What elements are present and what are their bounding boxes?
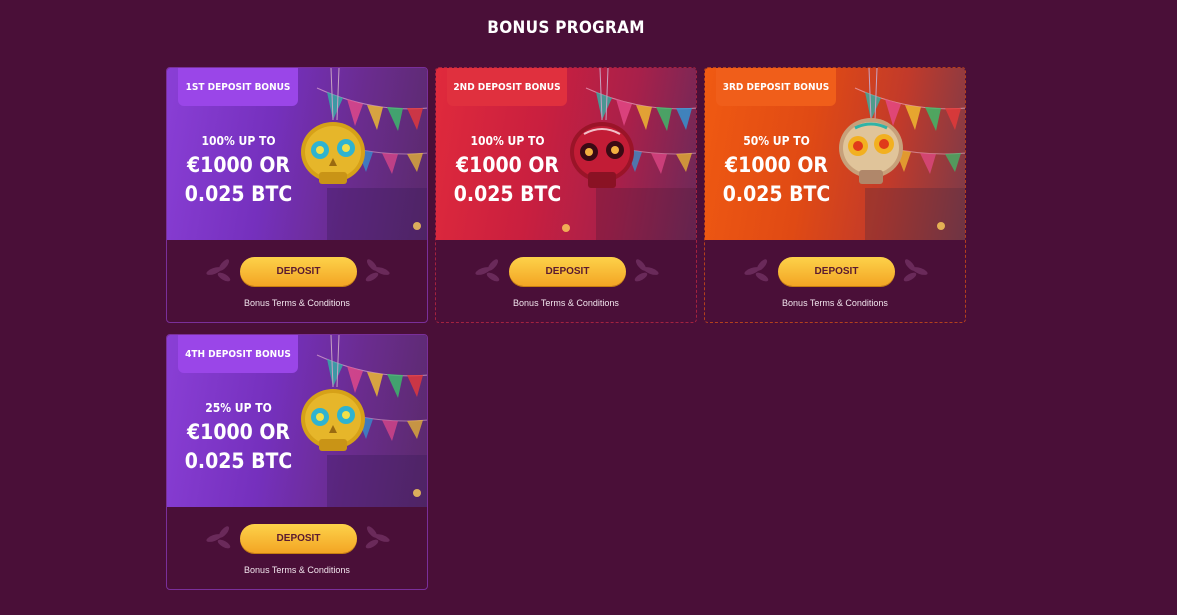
bonus-terms-link[interactable]: Bonus Terms & Conditions bbox=[167, 565, 427, 575]
bonus-banner-1: 1ST DEPOSIT BONUS 100% UP TO €1000 OR 0.… bbox=[167, 68, 427, 240]
bonus-percent: 100% UP TO bbox=[470, 134, 545, 148]
bonus-terms-link[interactable]: Bonus Terms & Conditions bbox=[167, 298, 427, 308]
sugar-skull-icon bbox=[839, 68, 903, 184]
bonus-footer: DEPOSIT Bonus Terms & Conditions bbox=[436, 240, 696, 322]
sugar-skull-icon bbox=[301, 335, 365, 451]
page-title: BONUS PROGRAM bbox=[487, 18, 645, 38]
bonus-card-3: 3RD DEPOSIT BONUS 50% UP TO €1000 OR 0.0… bbox=[704, 67, 966, 323]
bonus-offer: 25% UP TO €1000 OR 0.025 BTC bbox=[181, 401, 296, 476]
bonus-percent: 25% UP TO bbox=[205, 401, 272, 415]
bonus-terms-link[interactable]: Bonus Terms & Conditions bbox=[705, 298, 965, 308]
sugar-skull-icon bbox=[301, 68, 365, 184]
sugar-skull-icon bbox=[570, 68, 634, 188]
bonus-terms-link[interactable]: Bonus Terms & Conditions bbox=[436, 298, 696, 308]
bonus-footer: DEPOSIT Bonus Terms & Conditions bbox=[705, 240, 965, 322]
bonus-card-4: 4TH DEPOSIT BONUS 25% UP TO €1000 OR 0.0… bbox=[166, 334, 428, 590]
bonus-tag: 4TH DEPOSIT BONUS bbox=[178, 335, 298, 373]
bonus-banner-2: 2ND DEPOSIT BONUS 100% UP TO €1000 OR 0.… bbox=[436, 68, 696, 240]
bonus-banner-3: 3RD DEPOSIT BONUS 50% UP TO €1000 OR 0.0… bbox=[705, 68, 965, 240]
bonus-footer: DEPOSIT Bonus Terms & Conditions bbox=[167, 240, 427, 322]
bonus-amount-eur: €1000 OR bbox=[456, 153, 559, 177]
deposit-button[interactable]: DEPOSIT bbox=[240, 524, 357, 553]
bonus-tag: 3RD DEPOSIT BONUS bbox=[716, 68, 836, 106]
bonus-card-1: 1ST DEPOSIT BONUS 100% UP TO €1000 OR 0.… bbox=[166, 67, 428, 323]
bonus-offer: 100% UP TO €1000 OR 0.025 BTC bbox=[450, 134, 565, 209]
bonus-offer: 50% UP TO €1000 OR 0.025 BTC bbox=[719, 134, 834, 209]
bonus-amount-btc: 0.025 BTC bbox=[184, 449, 293, 473]
bonus-percent: 100% UP TO bbox=[201, 134, 276, 148]
bonus-percent: 50% UP TO bbox=[743, 134, 810, 148]
bonus-offer: 100% UP TO €1000 OR 0.025 BTC bbox=[181, 134, 296, 209]
deposit-button[interactable]: DEPOSIT bbox=[778, 257, 895, 286]
bonus-amount-btc: 0.025 BTC bbox=[722, 182, 831, 206]
deposit-button[interactable]: DEPOSIT bbox=[240, 257, 357, 286]
bonus-amount-eur: €1000 OR bbox=[187, 153, 290, 177]
deposit-button[interactable]: DEPOSIT bbox=[509, 257, 626, 286]
bonus-banner-4: 4TH DEPOSIT BONUS 25% UP TO €1000 OR 0.0… bbox=[167, 335, 427, 507]
bonus-card-2: 2ND DEPOSIT BONUS 100% UP TO €1000 OR 0.… bbox=[435, 67, 697, 323]
bonus-amount-eur: €1000 OR bbox=[725, 153, 828, 177]
bonus-amount-btc: 0.025 BTC bbox=[453, 182, 562, 206]
bonus-tag: 2ND DEPOSIT BONUS bbox=[447, 68, 567, 106]
bonus-tag: 1ST DEPOSIT BONUS bbox=[178, 68, 298, 106]
bonus-footer: DEPOSIT Bonus Terms & Conditions bbox=[167, 507, 427, 589]
bonus-amount-eur: €1000 OR bbox=[187, 420, 290, 444]
bonus-amount-btc: 0.025 BTC bbox=[184, 182, 293, 206]
